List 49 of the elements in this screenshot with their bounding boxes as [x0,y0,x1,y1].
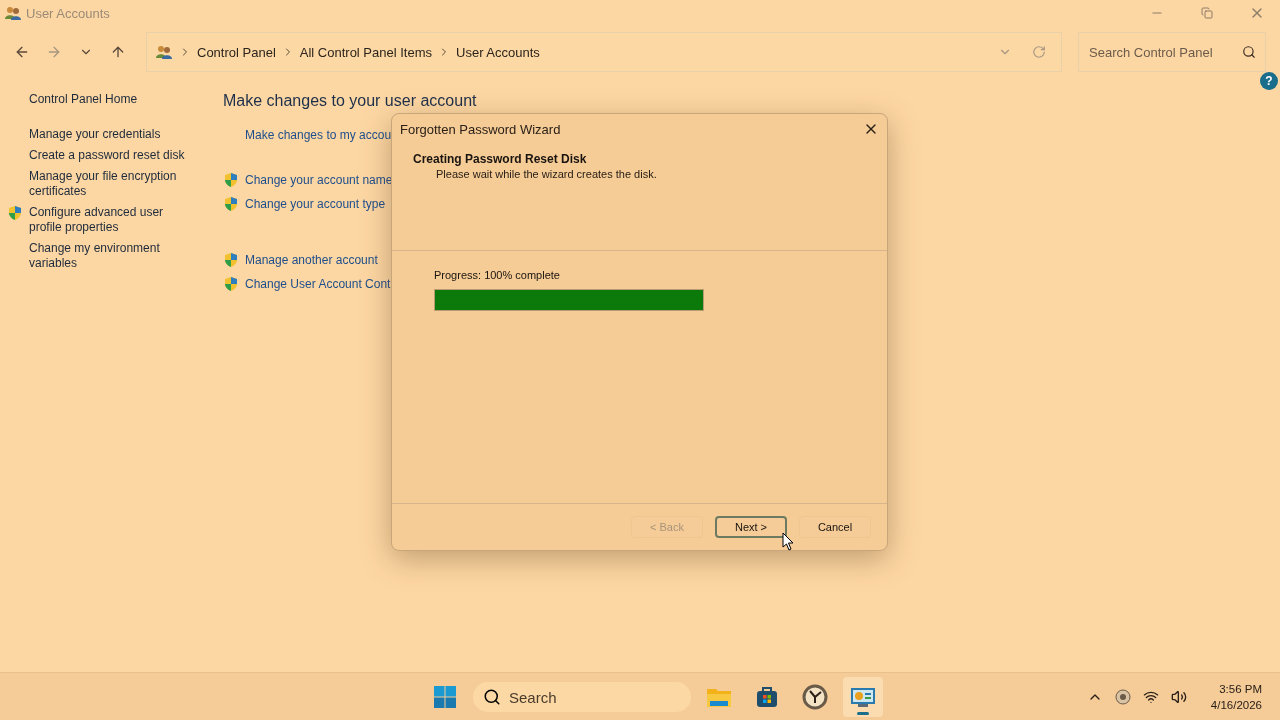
task-link[interactable]: Change User Account Cont [245,277,391,291]
shield-icon [223,196,239,212]
arrow-right-icon [46,44,62,60]
breadcrumb[interactable]: Control Panel [197,44,276,60]
wizard-button[interactable]: Cancel [799,516,871,538]
users-icon [155,44,173,60]
task-link[interactable]: Manage another account [245,253,378,267]
sidebar-link[interactable]: Control Panel Home [29,92,223,107]
wizard-heading: Creating Password Reset Disk [413,152,588,166]
dialog-title: Forgotten Password Wizard [400,121,561,137]
progress-label: Progress: 100% complete [434,269,561,281]
sidebar-link[interactable]: Manage your file encryption certificates [29,169,189,199]
restore-icon [1201,7,1213,19]
window-title: User Accounts [26,5,111,21]
breadcrumb[interactable]: User Accounts [456,44,540,60]
help-button[interactable]: ? [1260,72,1278,90]
task-link[interactable]: Change your account name [245,173,393,187]
refresh-icon [1032,45,1046,59]
sidebar-link[interactable]: Create a password reset disk [29,148,189,163]
control-panel-icon [850,686,876,708]
page-heading: Make changes to your user account [223,92,477,110]
folder-icon [706,686,732,708]
windows-logo-icon [433,685,457,709]
active-indicator [857,712,869,715]
shield-icon [223,252,239,268]
shield-icon [223,276,239,292]
sidebar-link[interactable]: Manage your credentials [29,127,189,142]
task-link[interactable]: Make changes to my accou [245,128,392,142]
sidebar-link[interactable]: Change my environment variables [29,241,189,271]
breadcrumb[interactable]: All Control Panel Items [299,44,432,60]
shield-icon [223,172,239,188]
task-link[interactable]: Change your account type [245,197,386,211]
search-icon [1242,45,1256,59]
clock-time[interactable]: 3:56 PM [1219,680,1262,697]
sidebar-link[interactable]: Configure advanced user profile properties [29,205,189,235]
clock-date[interactable]: 4/16/2026 [1210,696,1262,713]
volume-icon[interactable] [1170,688,1187,705]
wizard-button[interactable]: Next > [715,516,787,538]
search-field[interactable]: Search Control Panel [1078,32,1266,72]
taskbar-search[interactable]: Search [473,682,691,712]
search-icon [483,688,501,706]
users-icon [4,5,22,21]
clock-icon [802,684,828,710]
address-bar[interactable]: Control Panel All Control Panel Items User Accounts [146,32,1062,72]
taskbar-app[interactable] [843,677,883,717]
shield-icon [7,205,23,221]
wizard-subheading: Please wait while the wizard creates the disk. [435,168,658,180]
mouse-pointer-icon [782,532,794,551]
store-icon [755,685,779,709]
